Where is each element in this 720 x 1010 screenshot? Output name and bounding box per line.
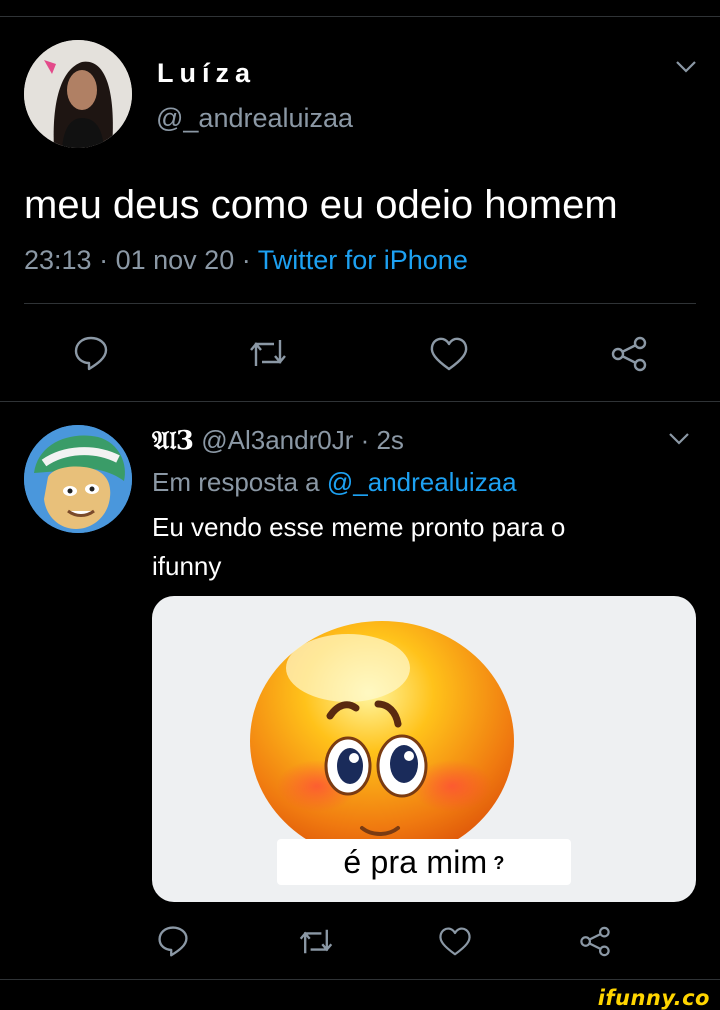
tweet-meta: 23:13 · 01 nov 20 · Twitter for iPhone (24, 245, 468, 276)
reply-text-line-2: ifunny (152, 551, 222, 581)
like-icon[interactable] (438, 926, 472, 957)
like-icon[interactable] (429, 336, 469, 372)
chevron-down-icon[interactable] (668, 432, 690, 446)
tweet-bottom-divider (0, 401, 720, 402)
reply-header: 𝔄𝔩3 @Al3andr0Jr · 2s (152, 425, 404, 457)
tweet-time: 23:13 (24, 245, 92, 275)
retweet-icon[interactable] (248, 336, 288, 370)
media-caption: é pra mim? (152, 844, 696, 881)
meta-separator: · (99, 245, 109, 275)
replying-to-handle[interactable]: @_andrealuizaa (327, 467, 517, 497)
author-handle[interactable]: @_andrealuizaa (156, 103, 353, 134)
reply-icon[interactable] (72, 334, 110, 372)
tweet-text: meu deus como eu odeio homem (24, 183, 618, 227)
reply-text-line-1: Eu vendo esse meme pronto para o (152, 512, 566, 542)
retweet-icon[interactable] (298, 926, 334, 957)
meta-separator: · (241, 245, 251, 275)
author-display-name[interactable]: Luíza (157, 58, 256, 89)
replying-prefix: Em resposta a (152, 467, 320, 497)
media-caption-mark: ? (493, 853, 505, 873)
tweet-date: 01 nov 20 (115, 245, 235, 275)
bottom-divider (0, 979, 720, 980)
share-icon[interactable] (609, 336, 649, 372)
meta-divider (24, 303, 696, 304)
reply-icon[interactable] (156, 924, 190, 958)
chevron-down-icon[interactable] (675, 60, 697, 74)
reply-avatar[interactable] (24, 425, 132, 533)
media-image[interactable]: é pra mim? (152, 596, 696, 902)
reply-handle-time[interactable]: @Al3andr0Jr · 2s (201, 425, 404, 455)
top-divider (0, 16, 720, 17)
share-icon[interactable] (578, 926, 612, 957)
tweet-source[interactable]: Twitter for iPhone (258, 245, 468, 275)
replying-to: Em resposta a @_andrealuizaa (152, 467, 517, 498)
media-caption-text: é pra mim (343, 844, 488, 880)
ifunny-watermark: ifunny.co (597, 986, 710, 1010)
author-avatar[interactable] (24, 40, 132, 148)
reply-display-name[interactable]: 𝔄𝔩3 (152, 426, 194, 456)
